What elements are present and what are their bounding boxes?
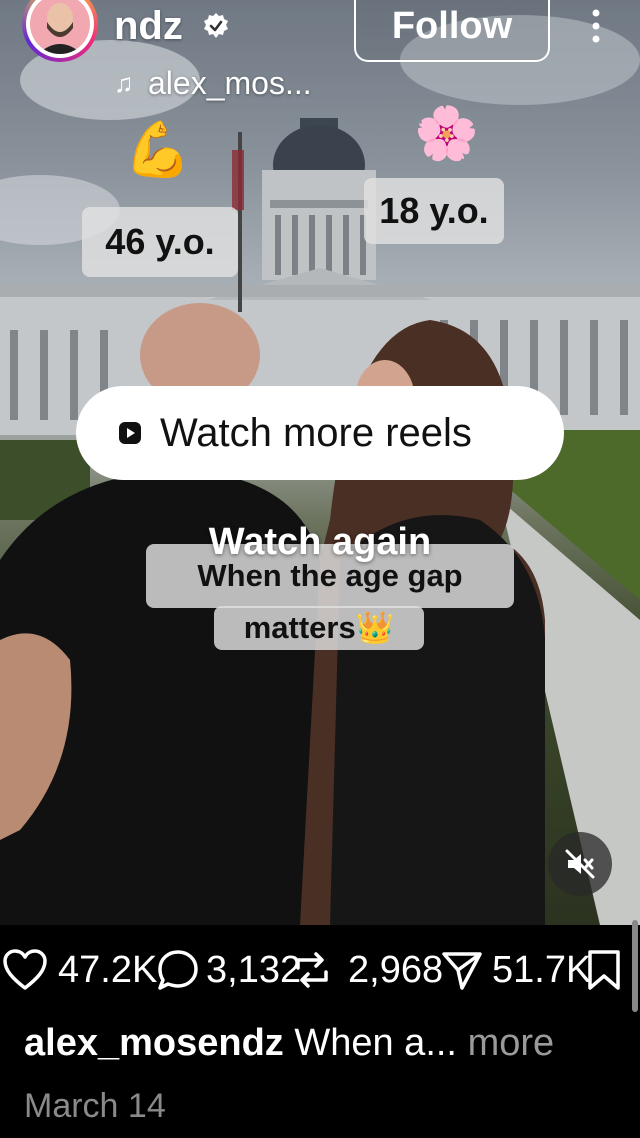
more-options-icon[interactable]: [585, 8, 607, 44]
flower-emoji: 🌸: [414, 105, 479, 163]
flexed-arm-emoji: 💪: [124, 120, 192, 180]
share-icon[interactable]: [440, 948, 484, 992]
action-bar: 47.2K 3,132 2,968 51.7K: [0, 940, 640, 1000]
reposts-count[interactable]: 2,968: [348, 948, 443, 992]
username[interactable]: ndz: [114, 4, 183, 48]
reel-video[interactable]: 46 y.o. 18 y.o. 💪 🌸 Watch more reels Whe…: [0, 0, 640, 925]
post-date: March 14: [24, 1087, 166, 1125]
caption-author[interactable]: alex_mosendz: [24, 1022, 284, 1064]
heart-icon[interactable]: [2, 948, 48, 992]
repost-icon[interactable]: [292, 948, 332, 992]
reels-icon: [119, 422, 141, 444]
likes-count[interactable]: 47.2K: [58, 948, 157, 992]
age-sticker-left: 46 y.o.: [82, 207, 238, 277]
verified-badge-icon: [204, 13, 228, 38]
mute-button[interactable]: [548, 832, 612, 896]
avatar[interactable]: [22, 0, 98, 62]
audio-track-link[interactable]: alex_mos...: [148, 64, 312, 102]
post-caption[interactable]: alex_mosendz When a... more: [24, 1018, 624, 1068]
reel-header: ndz Follow ♫ alex_mos...: [0, 0, 640, 110]
caption-preview: When a...: [294, 1022, 457, 1064]
comment-icon[interactable]: [156, 948, 200, 992]
mute-icon: [565, 849, 595, 879]
music-note-icon: ♫: [114, 68, 134, 98]
follow-button[interactable]: Follow: [354, 0, 550, 62]
video-caption-line-2: matters👑: [214, 606, 424, 650]
comments-count[interactable]: 3,132: [206, 948, 301, 992]
shares-count[interactable]: 51.7K: [492, 948, 591, 992]
watch-more-reels-label: Watch more reels: [160, 411, 472, 455]
bookmark-icon[interactable]: [584, 948, 624, 992]
age-sticker-right: 18 y.o.: [364, 178, 504, 244]
watch-more-reels-button[interactable]: Watch more reels: [76, 386, 564, 480]
scrollbar[interactable]: [632, 920, 638, 1012]
watch-again-button[interactable]: Watch again: [190, 520, 450, 564]
caption-more-link[interactable]: more: [468, 1022, 555, 1064]
